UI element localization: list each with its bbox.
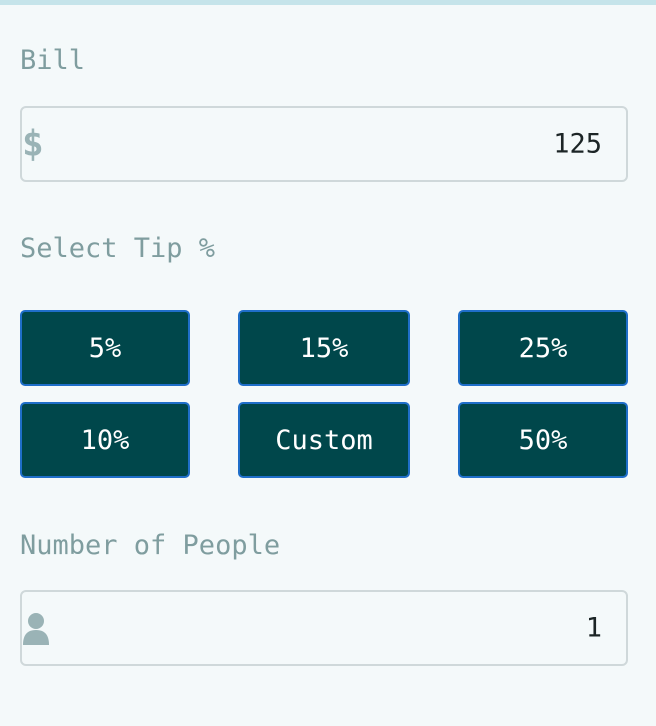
bill-value: 125 xyxy=(553,128,602,160)
people-label: Number of People xyxy=(20,530,281,561)
dollar-icon: $ xyxy=(22,123,44,165)
bill-label: Bill xyxy=(20,45,86,76)
tip-button-10[interactable]: 10% xyxy=(20,402,190,478)
tip-button-15[interactable]: 15% xyxy=(238,310,410,386)
tip-button-custom[interactable]: Custom xyxy=(238,402,410,478)
person-icon xyxy=(23,613,49,645)
tip-button-50[interactable]: 50% xyxy=(458,402,628,478)
tip-button-25[interactable]: 25% xyxy=(458,310,628,386)
bill-input[interactable]: $ 125 xyxy=(20,106,628,182)
tip-button-5[interactable]: 5% xyxy=(20,310,190,386)
people-value: 1 xyxy=(585,612,602,644)
people-input[interactable]: 1 xyxy=(20,590,628,666)
tip-label: Select Tip % xyxy=(20,233,216,264)
